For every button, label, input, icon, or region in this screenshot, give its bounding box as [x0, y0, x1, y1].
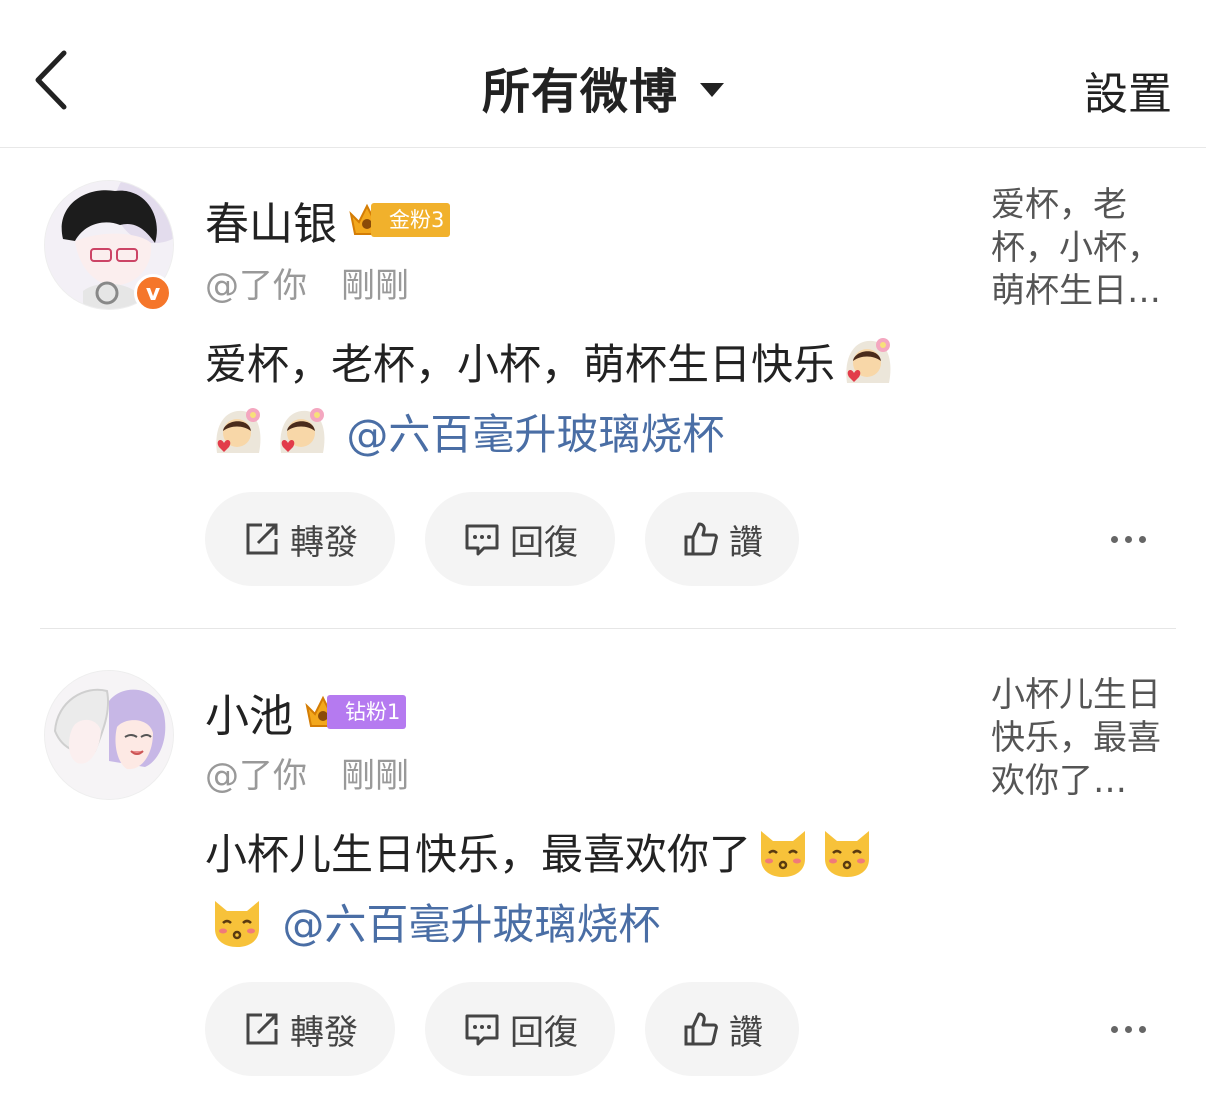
verified-v-badge-icon: v — [134, 274, 172, 312]
kissing-cat-emoji-icon — [761, 831, 806, 877]
bride-emoji-icon — [280, 408, 325, 453]
fan-level-badge: 金粉3 — [347, 201, 451, 239]
top-navigation-bar: 所有微博 設置 — [0, 0, 1206, 148]
post-time: 剛剛 — [341, 756, 409, 796]
original-post-preview[interactable]: 爱杯，老杯，小杯，萌杯生日… — [991, 184, 1176, 314]
comment-icon — [465, 524, 499, 556]
reply-button[interactable]: 回復 — [425, 492, 615, 586]
mention-post: 小池 钻粉1 @了你 剛剛 小杯儿生日快乐，最喜欢你了 @六百毫升玻璃烧杯 小杯… — [0, 640, 1206, 1108]
thumbs-up-icon — [684, 522, 718, 556]
feed-filter-dropdown[interactable]: 所有微博 — [0, 52, 1206, 122]
bride-emoji-icon — [846, 338, 891, 383]
kissing-cat-emoji-icon — [825, 831, 870, 877]
user-name[interactable]: 小池 — [205, 680, 293, 744]
like-label: 讚 — [729, 1012, 763, 1053]
caret-down-icon — [700, 83, 724, 97]
share-icon — [246, 523, 278, 555]
like-button[interactable]: 讚 — [645, 982, 799, 1076]
reply-label: 回復 — [510, 1012, 578, 1053]
avatar[interactable] — [44, 670, 174, 800]
share-icon — [246, 1013, 278, 1045]
page-title: 所有微博 — [481, 64, 678, 120]
repost-label: 轉發 — [290, 1012, 358, 1053]
repost-label: 轉發 — [290, 522, 358, 563]
user-handle: @了你 — [205, 756, 307, 796]
settings-button[interactable]: 設置 — [1084, 58, 1172, 122]
repost-button[interactable]: 轉發 — [205, 982, 395, 1076]
comment-icon — [465, 1014, 499, 1046]
user-name[interactable]: 春山银 — [205, 188, 337, 252]
reply-label: 回復 — [510, 522, 578, 563]
more-options-icon[interactable] — [1111, 1026, 1146, 1033]
mention-link[interactable]: @六百毫升玻璃烧杯 — [346, 410, 724, 459]
thumbs-up-icon — [684, 1012, 718, 1046]
reply-button[interactable]: 回復 — [425, 982, 615, 1076]
fan-badge-label: 钻粉1 — [327, 695, 407, 729]
bride-emoji-icon — [216, 408, 261, 453]
fan-level-badge: 钻粉1 — [303, 693, 407, 731]
post-time: 剛剛 — [341, 266, 409, 306]
fan-badge-label: 金粉3 — [371, 203, 451, 237]
user-handle: @了你 — [205, 266, 307, 306]
divider — [40, 628, 1176, 629]
kissing-cat-emoji-icon — [215, 901, 259, 947]
original-post-preview[interactable]: 小杯儿生日快乐，最喜欢你了… — [991, 674, 1176, 804]
like-label: 讚 — [729, 522, 763, 563]
post-content: 爱杯，老杯，小杯，萌杯生日快乐 @六百毫升玻璃烧杯 — [205, 330, 965, 470]
post-content: 小杯儿生日快乐，最喜欢你了 @六百毫升玻璃烧杯 — [205, 820, 965, 960]
mention-link[interactable]: @六百毫升玻璃烧杯 — [282, 900, 660, 949]
post-text: 小杯儿生日快乐，最喜欢你了 — [205, 830, 752, 879]
like-button[interactable]: 讚 — [645, 492, 799, 586]
mention-post: v 春山银 金粉3 @了你 剛剛 爱杯，老杯，小杯，萌杯生日快乐 @六百毫升玻璃… — [0, 150, 1206, 630]
post-text: 爱杯，老杯，小杯，萌杯生日快乐 — [205, 340, 836, 389]
more-options-icon[interactable] — [1111, 536, 1146, 543]
repost-button[interactable]: 轉發 — [205, 492, 395, 586]
